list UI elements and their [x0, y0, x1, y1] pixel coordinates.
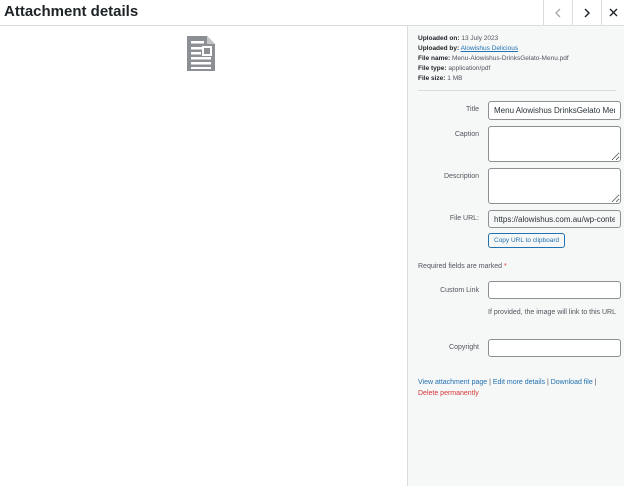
delete-permanently-link[interactable]: Delete permanently [418, 390, 479, 397]
file-size-label: File size: [418, 75, 446, 82]
copyright-label: Copyright [449, 344, 479, 351]
file-url-input[interactable] [488, 210, 621, 228]
document-icon [187, 36, 215, 71]
caption-label: Caption [454, 131, 479, 138]
title-label: Title [466, 106, 479, 113]
uploaded-by-label: Uploaded by: [418, 45, 460, 52]
file-size-row: File size: 1 MB [418, 74, 569, 84]
uploaded-on-label: Uploaded on: [418, 35, 460, 42]
close-icon [609, 8, 617, 17]
view-attachment-page-link[interactable]: View attachment page [418, 379, 487, 386]
custom-link-help: If provided, the image will link to this… [488, 309, 616, 316]
previous-attachment-button[interactable] [543, 0, 572, 25]
uploaded-on-value: 13 July 2023 [461, 35, 499, 42]
description-label: Description [443, 173, 479, 180]
attachment-preview [0, 26, 407, 486]
file-url-label: File URL: [449, 215, 479, 222]
attachment-actions: View attachment page | Edit more details… [418, 377, 597, 399]
file-name-value: Menu-Alowishus-DrinksGelato-Menu.pdf [451, 55, 569, 62]
custom-link-input[interactable] [488, 281, 621, 299]
file-metadata: Uploaded on: 13 July 2023 Uploaded by: A… [418, 34, 569, 84]
caption-textarea[interactable] [488, 126, 621, 162]
modal-header: Attachment details [0, 0, 624, 26]
copy-url-button[interactable]: Copy URL to clipboard [488, 233, 566, 248]
title-input[interactable] [488, 101, 621, 120]
required-fields-note: Required fields are marked * [418, 263, 507, 270]
modal-title: Attachment details [4, 3, 139, 20]
description-textarea[interactable] [488, 168, 621, 204]
copyright-input[interactable] [488, 339, 621, 357]
action-separator: | [592, 379, 597, 386]
edit-more-details-link[interactable]: Edit more details [493, 379, 545, 386]
next-attachment-button[interactable] [572, 0, 601, 25]
file-type-value: application/pdf [448, 65, 491, 72]
required-note-text: Required fields are marked [418, 263, 503, 270]
file-size-value: 1 MB [447, 75, 463, 82]
custom-link-label: Custom Link [440, 287, 479, 294]
file-name-row: File name: Menu-Alowishus-DrinksGelato-M… [418, 54, 569, 64]
download-file-link[interactable]: Download file [551, 379, 593, 386]
uploaded-on-row: Uploaded on: 13 July 2023 [418, 34, 569, 44]
divider [418, 90, 616, 91]
file-type-row: File type: application/pdf [418, 64, 569, 74]
uploaded-by-row: Uploaded by: Alowishus Delicious [418, 44, 569, 54]
file-name-label: File name: [418, 55, 451, 62]
close-button[interactable] [601, 0, 624, 25]
attachment-details-sidebar: Uploaded on: 13 July 2023 Uploaded by: A… [407, 26, 624, 486]
uploaded-by-link[interactable]: Alowishus Delicious [461, 45, 518, 52]
chevron-left-icon [555, 8, 561, 17]
chevron-right-icon [584, 8, 590, 17]
required-star: * [504, 263, 507, 270]
file-type-label: File type: [418, 65, 447, 72]
